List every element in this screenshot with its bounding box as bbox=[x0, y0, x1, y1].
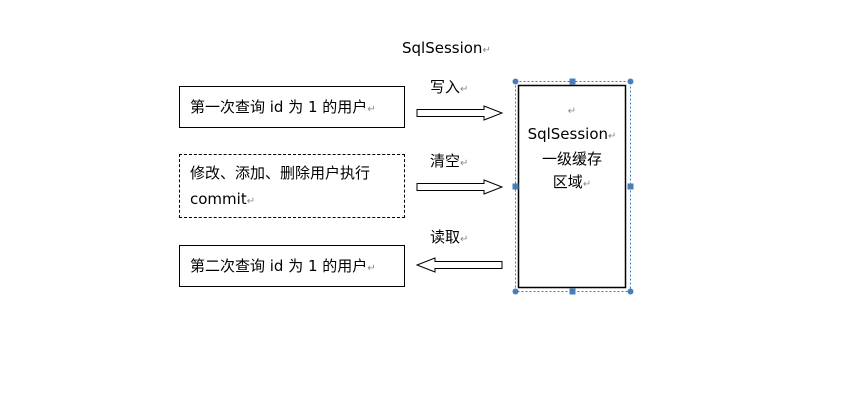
resize-handle-bottom-left[interactable] bbox=[512, 288, 519, 295]
resize-handle-top-left[interactable] bbox=[512, 78, 519, 85]
resize-handle-right[interactable] bbox=[627, 183, 634, 190]
cache-box-text: ↵ SqlSession↵ 一级缓存 区域↵ bbox=[519, 98, 625, 196]
paragraph-mark: ↵ bbox=[567, 106, 577, 117]
paragraph-mark: ↵ bbox=[582, 179, 592, 190]
arrow-write bbox=[416, 105, 504, 121]
diagram-shapes bbox=[415, 78, 634, 295]
resize-handle-top-right[interactable] bbox=[627, 78, 634, 85]
resize-handle-bottom[interactable] bbox=[569, 288, 576, 295]
arrow-clear bbox=[416, 179, 504, 195]
cache-line1: SqlSession bbox=[527, 125, 609, 143]
arrow-read bbox=[415, 257, 503, 273]
paragraph-mark: ↵ bbox=[608, 131, 617, 142]
cache-line3: 区域 bbox=[552, 173, 583, 191]
resize-handle-left[interactable] bbox=[512, 183, 519, 190]
resize-handle-bottom-right[interactable] bbox=[627, 288, 634, 295]
cache-line2: 一级缓存 bbox=[541, 150, 602, 168]
resize-handle-top[interactable] bbox=[569, 78, 576, 85]
